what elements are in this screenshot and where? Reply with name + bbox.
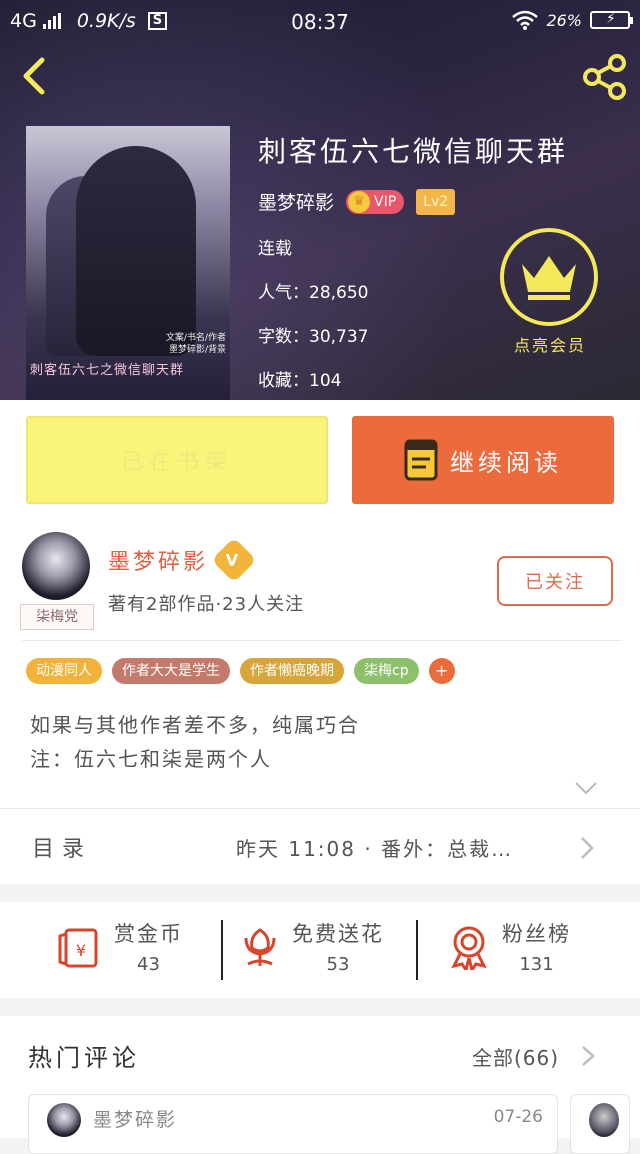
- author-card-name[interactable]: 墨梦碎影 V: [108, 537, 257, 583]
- divider: [22, 640, 622, 641]
- favorites-count: 收藏：104: [258, 371, 342, 391]
- battery-icon: ⚡: [590, 11, 633, 29]
- medal-icon: [451, 926, 487, 970]
- fans-label: 粉丝榜: [502, 922, 571, 946]
- tag[interactable]: 作者懒癌晚期: [240, 658, 344, 684]
- share-icon[interactable]: [580, 52, 630, 102]
- member-label: 点亮会员: [513, 336, 586, 355]
- level-badge: Lv2: [416, 188, 456, 215]
- coins-stat[interactable]: ¥ 赏金币 43: [56, 918, 183, 975]
- divider: [416, 920, 418, 980]
- commenter-avatar: [47, 1103, 81, 1137]
- tag[interactable]: 作者大大是学生: [112, 658, 230, 684]
- word-count: 字数：30,737: [258, 327, 369, 347]
- cover-title: 刺客伍六七之微信聊天群: [30, 363, 185, 378]
- svg-text:¥: ¥: [76, 941, 86, 960]
- chevron-down-icon[interactable]: [574, 780, 598, 796]
- back-icon[interactable]: [14, 54, 54, 98]
- continue-reading-label: 继续阅读: [450, 448, 562, 477]
- coins-value: 43: [137, 954, 160, 975]
- crown-icon: ♛: [348, 190, 371, 213]
- commenter-name: 墨梦碎影: [93, 1109, 178, 1131]
- cover-figure: [76, 146, 196, 356]
- divider: [221, 920, 223, 980]
- book-icon: [404, 439, 438, 481]
- follow-button[interactable]: 已关注: [497, 556, 613, 606]
- comment-card[interactable]: [570, 1094, 630, 1154]
- all-comments-link[interactable]: 全部(66): [472, 1042, 559, 1071]
- toc-label: 目录: [32, 837, 93, 862]
- action-bar: 已在书架 继续阅读: [0, 400, 640, 518]
- author-name[interactable]: 墨梦碎影: [258, 188, 334, 215]
- author-card: 柒梅党 墨梦碎影 V 著有2部作品·23人关注 已关注 动漫同人 作者大大是学生…: [0, 518, 640, 808]
- cover-credits: 文案/书名/作者 墨梦碎影/背景: [165, 333, 226, 355]
- chevron-right-icon: [582, 1046, 595, 1066]
- vip-badge: ♛ VIP: [346, 189, 405, 214]
- book-title: 刺客伍六七微信聊天群: [258, 135, 569, 168]
- tag-list: 动漫同人 作者大大是学生 作者懒癌晚期 柒梅cp +: [26, 658, 455, 684]
- fans-value: 131: [519, 954, 554, 975]
- hot-comments: 热门评论 全部(66) 墨梦碎影 07-26: [0, 1016, 640, 1154]
- reward-stats: ¥ 赏金币 43 免费送花 53 粉丝榜 131: [0, 902, 640, 998]
- flowers-stat[interactable]: 免费送花 53: [240, 918, 384, 975]
- comments-title: 热门评论: [28, 1044, 140, 1072]
- author-line: 墨梦碎影 ♛ VIP Lv2: [258, 188, 456, 215]
- more-tags-button[interactable]: +: [428, 658, 455, 684]
- serial-status: 连载: [258, 239, 292, 259]
- book-info: 刺客伍六七微信聊天群 墨梦碎影 ♛ VIP Lv2 连载 人气：28,650 字…: [258, 130, 569, 391]
- table-of-contents-row[interactable]: 目录 昨天 11:08 · 番外：总裁…: [0, 808, 640, 884]
- tag[interactable]: 柒梅cp: [354, 658, 419, 684]
- author-stats: 著有2部作品·23人关注: [108, 594, 305, 615]
- avatar-tag: 柒梅党: [20, 604, 94, 630]
- battery-percent: 26%: [546, 10, 582, 30]
- crown-icon: [500, 228, 598, 326]
- comment-date: 07-26: [493, 1107, 543, 1127]
- continue-reading-button[interactable]: 继续阅读: [352, 416, 614, 504]
- flowers-label: 免费送花: [292, 922, 384, 946]
- verified-icon: V: [211, 537, 257, 583]
- in-shelf-button[interactable]: 已在书架: [26, 416, 328, 504]
- fans-stat[interactable]: 粉丝榜 131: [448, 918, 571, 975]
- latest-chapter: 昨天 11:08 · 番外：总裁…: [236, 837, 514, 861]
- commenter-avatar: [589, 1103, 619, 1137]
- tag[interactable]: 动漫同人: [26, 658, 102, 684]
- member-button[interactable]: 点亮会员: [500, 228, 600, 356]
- wifi-icon: [512, 10, 539, 30]
- book-intro: 如果与其他作者差不多，纯属巧合 注：伍六七和柒是两个人: [30, 713, 360, 771]
- chevron-right-icon: [581, 837, 594, 859]
- author-avatar[interactable]: [22, 532, 90, 600]
- flowers-value: 53: [326, 954, 350, 975]
- flower-icon: [244, 927, 276, 966]
- coins-label: 赏金币: [114, 922, 183, 946]
- status-bar: 4G 0.9K/s S 08:37 26% ⚡: [0, 0, 640, 42]
- red-envelope-icon: ¥: [58, 928, 98, 967]
- popularity: 人气：28,650: [258, 283, 369, 303]
- book-cover[interactable]: 文案/书名/作者 墨梦碎影/背景 刺客伍六七之微信聊天群: [26, 126, 230, 400]
- comment-card[interactable]: 墨梦碎影 07-26: [28, 1094, 558, 1154]
